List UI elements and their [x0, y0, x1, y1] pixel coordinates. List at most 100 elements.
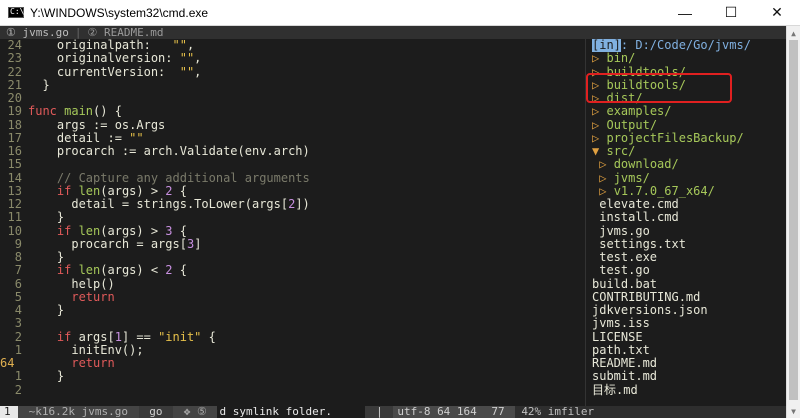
maximize-button[interactable]: ☐ [708, 0, 754, 26]
code-line[interactable]: 17 detail := "" [0, 130, 585, 145]
code-line[interactable]: 8 } [0, 250, 585, 264]
tree-item-name: elevate.cmd [599, 197, 679, 211]
tree-folder-item[interactable]: ▷ examples/ [586, 105, 786, 118]
tree-file-item[interactable]: path.txt [586, 343, 786, 357]
code-line[interactable]: 7 if len (args) < 2 { [0, 263, 585, 278]
status-filetype: go [142, 405, 170, 418]
code-token: if [28, 263, 79, 278]
line-number: 17 [7, 130, 22, 145]
scroll-track[interactable] [789, 40, 798, 404]
tree-file-item[interactable]: test.go [586, 264, 786, 277]
tab-readme-md[interactable]: ② README.md [81, 26, 169, 39]
code-line[interactable]: 11 } [0, 210, 585, 224]
tree-folder-item[interactable]: ▷ Output/ [586, 118, 786, 132]
line-number: 8 [14, 250, 22, 264]
code-line[interactable]: 19 func main() { [0, 104, 585, 118]
tree-folder-item[interactable]: ▷ bin/ [586, 52, 786, 65]
tree-item-name: jvms.iss [592, 316, 650, 331]
code-editor-pane[interactable]: 24 originalpath: "", 23 originalversion: … [0, 39, 585, 406]
code-line[interactable]: 1 } [0, 369, 585, 383]
code-token: } [28, 250, 65, 264]
tree-file-item[interactable]: jdkversions.json [586, 303, 786, 317]
code-line[interactable]: 64 return [0, 356, 585, 370]
code-token: "init" [158, 329, 202, 344]
tree-item-name: projectFilesBackup/ [606, 130, 744, 145]
code-token: procarch = args[ [28, 236, 187, 251]
code-token: args := os.Args [28, 117, 166, 132]
line-number: 2 [14, 382, 22, 397]
code-line[interactable]: 1 initEnv(); [0, 343, 585, 357]
code-token: ] [194, 236, 202, 251]
tree-file-item[interactable]: build.bat [586, 276, 786, 291]
tab-separator: | [74, 26, 82, 39]
code-line[interactable]: 2 if args[1] == "init" { [0, 329, 585, 344]
code-line[interactable]: 4 } [0, 303, 585, 317]
close-button[interactable]: ✕ [754, 0, 800, 26]
tree-folder-item[interactable]: ▼ src/ [586, 144, 786, 158]
code-line[interactable]: 10 if len (args) > 3 { [0, 224, 585, 238]
line-number: 3 [14, 316, 22, 331]
tree-file-item[interactable]: CONTRIBUTING.md [586, 289, 786, 304]
code-line[interactable]: 22 currentVersion: "", [0, 64, 585, 79]
tree-file-item[interactable]: jvms.iss [586, 317, 786, 330]
code-token: "" [179, 64, 195, 79]
code-line[interactable]: 18 args := os.Args [0, 117, 585, 132]
scroll-up-arrow-icon[interactable]: ▲ [787, 26, 800, 40]
code-token: "" [179, 51, 195, 66]
tree-item-name: src/ [606, 144, 636, 158]
tree-root[interactable]: [in]: D:/Code/Go/jvms/ [586, 39, 786, 52]
code-line[interactable]: 5 return [0, 289, 585, 304]
tree-file-item[interactable]: jvms.go [586, 224, 786, 238]
line-number: 5 [14, 289, 22, 304]
tree-item-name: v1.7.0_67_x64/ [613, 183, 715, 198]
tree-folder-item[interactable]: ▷ jvms/ [586, 171, 786, 185]
line-number: 22 [7, 64, 22, 79]
tree-file-item[interactable]: test.exe [586, 250, 786, 264]
code-line[interactable]: 15 [0, 157, 585, 171]
code-line[interactable]: 14 // Capture any additional arguments [0, 170, 585, 185]
tree-item-name: examples/ [606, 104, 672, 119]
code-line[interactable]: 23 originalversion: "", [0, 51, 585, 66]
scroll-down-arrow-icon[interactable]: ▼ [787, 404, 800, 418]
tree-file-item[interactable]: README.md [586, 356, 786, 370]
code-line[interactable]: 12 detail = strings.ToLower(args[2]) [0, 197, 585, 211]
code-token: { [201, 329, 216, 344]
line-number: 9 [14, 236, 22, 251]
tree-folder-item[interactable]: ▷ v1.7.0_67_x64/ [586, 183, 786, 198]
line-number: 14 [7, 170, 22, 185]
code-token: { [172, 183, 187, 198]
code-token: 3 [186, 236, 195, 251]
code-line[interactable]: 2 [0, 382, 585, 397]
tree-file-item[interactable]: 目标.md [586, 383, 786, 397]
minimize-button[interactable]: — [662, 0, 708, 26]
vertical-scrollbar[interactable]: ▲ ▼ [786, 26, 800, 418]
code-token: , [186, 39, 195, 52]
tab-jvms-go[interactable]: ① jvms.go [0, 26, 75, 39]
code-token: originalversion: [28, 51, 180, 66]
line-number: 20 [7, 91, 22, 105]
code-line[interactable]: 20 [0, 91, 585, 105]
tree-file-item[interactable]: submit.md [586, 370, 786, 383]
tree-folder-item[interactable]: ▷ projectFilesBackup/ [586, 130, 786, 145]
code-token: 1 [114, 329, 122, 344]
terminal-area[interactable]: ① jvms.go | ② README.md 24 originalpath:… [0, 26, 786, 418]
code-line[interactable]: 21 } [0, 77, 585, 92]
tree-folder-item[interactable]: ▷ download/ [586, 158, 786, 171]
code-line[interactable]: 3 [0, 316, 585, 331]
tree-root-path: : D:/Code/Go/jvms/ [620, 39, 751, 52]
tree-item-name: build.bat [592, 276, 658, 291]
code-line[interactable]: 24 originalpath: "", [0, 39, 585, 52]
tree-file-item[interactable]: install.cmd [586, 211, 786, 224]
code-line[interactable]: 9 procarch = args[3] [0, 236, 585, 251]
code-line[interactable]: 6 help() [0, 277, 585, 291]
tree-file-item[interactable]: LICENSE [586, 330, 786, 344]
tree-file-item[interactable]: settings.txt [586, 237, 786, 251]
tree-item-name: CONTRIBUTING.md [592, 289, 701, 304]
scroll-thumb[interactable] [789, 40, 798, 400]
tree-file-item[interactable]: elevate.cmd [586, 197, 786, 211]
code-line[interactable]: 16 procarch := arch.Validate(env.arch) [0, 144, 585, 158]
code-line[interactable]: 13 if len (args) > 2 { [0, 183, 585, 198]
line-number: 21 [7, 77, 22, 92]
